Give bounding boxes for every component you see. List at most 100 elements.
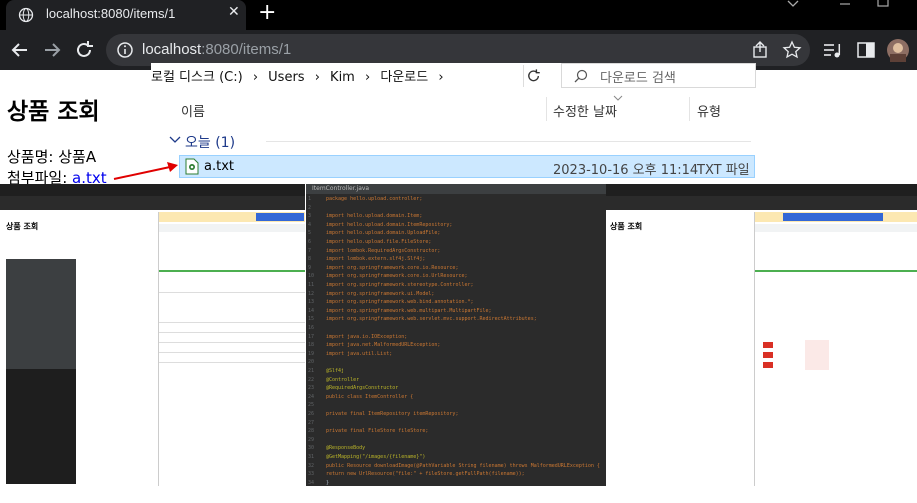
thumb-error-marker <box>763 352 773 358</box>
url-text: localhost:8080/items/1 <box>142 41 291 58</box>
thumb-devtools-tabs <box>159 224 305 232</box>
ide-code-line: import hello.upload.file.FileStore; <box>326 239 432 245</box>
thumb-devtools-tabs <box>755 224 917 232</box>
ide-code-line: import org.springframework.core.io.UrlRe… <box>326 273 468 280</box>
tab-title: localhost:8080/items/1 <box>46 6 176 21</box>
thumb-timeline-bar <box>755 270 917 272</box>
browser-tab[interactable]: localhost:8080/items/1 ✕ <box>6 0 246 30</box>
thumbnail-browser-right: 상품 조회 <box>606 184 917 486</box>
column-divider[interactable] <box>546 97 547 121</box>
explorer-address-bar[interactable]: 로컬 디스크 (C:) › Users › Kim › 다운로드 › 다운로드 … <box>151 63 756 88</box>
url-path: :8080/items/1 <box>201 41 292 58</box>
ide-line-number: 29 <box>308 436 315 443</box>
ide-code-line: import org.springframework.web.bind.anno… <box>326 299 474 306</box>
file-row[interactable]: a.txt 2023-10-16 오후 11:14 TXT 파일 <box>179 155 755 178</box>
ide-line-number: 14 <box>308 307 315 314</box>
breadcrumb-item[interactable]: 다운로드 <box>380 70 428 85</box>
column-header: 이름 수정한 날짜 유형 <box>151 93 756 123</box>
ide-line-number: 22 <box>308 376 315 383</box>
file-type: TXT 파일 <box>697 163 750 178</box>
ide-code-line: import java.net.MalformedURLException; <box>326 342 441 349</box>
breadcrumb-item[interactable]: 로컬 디스크 (C:) <box>151 70 243 85</box>
group-label[interactable]: 오늘 (1) <box>185 132 235 152</box>
ide-line-number: 8 <box>308 256 312 263</box>
group-collapse-icon[interactable] <box>169 136 181 144</box>
product-name: 상품명: 상품A <box>7 148 97 166</box>
ide-line-number: 9 <box>308 264 312 271</box>
column-divider[interactable] <box>689 97 690 121</box>
ide-code-line: import java.util.List; <box>326 350 393 357</box>
ide-code-line: import org.springframework.core.io.Resou… <box>326 264 459 271</box>
thumb-devtools <box>754 212 917 486</box>
ide-line-number: 27 <box>308 419 315 426</box>
breadcrumb-sep: › <box>438 70 444 85</box>
ide-code-line: import hello.upload.domain.ItemRepositor… <box>326 221 453 228</box>
ide-code-line: private final ItemRepository itemReposit… <box>326 411 459 417</box>
profile-avatar-icon[interactable] <box>886 38 910 62</box>
ide-line-number: 24 <box>308 393 315 400</box>
ide-line-number: 21 <box>308 368 315 374</box>
chevron-down-icon[interactable] <box>786 0 800 8</box>
ide-code-line: import hello.upload.domain.Item; <box>326 213 423 220</box>
ide-code-line: @GetMapping("/images/{filename}") <box>326 454 426 460</box>
breadcrumb-item[interactable]: Kim <box>330 70 355 85</box>
reload-icon[interactable] <box>72 38 96 62</box>
column-name[interactable]: 이름 <box>181 101 205 120</box>
ide-line-number: 25 <box>308 402 315 409</box>
screen: localhost:8080/items/1 ✕ + localhost:808… <box>0 0 917 503</box>
thumb-tabbar <box>606 184 917 196</box>
thumb-row-divider <box>159 342 305 343</box>
ide-tab-title: ItemController.java <box>312 185 370 192</box>
url-host: localhost <box>142 41 202 58</box>
breadcrumb-sep: › <box>365 70 371 85</box>
address-bar[interactable]: localhost:8080/items/1 <box>106 34 810 66</box>
ide-line-number: 12 <box>308 290 315 297</box>
page-title: 상품 조회 <box>7 99 100 125</box>
media-queue-icon[interactable] <box>822 40 842 60</box>
ide-line-number: 28 <box>308 428 315 435</box>
thumb-row-divider <box>159 322 305 323</box>
side-panel-icon[interactable] <box>856 40 876 60</box>
ide-line-number: 11 <box>308 282 315 288</box>
explorer-search-box[interactable]: 다운로드 검색 <box>561 63 756 88</box>
thumb-error-marker <box>763 342 773 348</box>
search-icon <box>574 69 588 83</box>
back-arrow-icon[interactable] <box>8 38 32 62</box>
ide-line-number: 31 <box>308 454 315 460</box>
maximize-icon[interactable] <box>876 0 890 8</box>
ide-code-line: @ResponseBody <box>326 445 366 452</box>
bookmark-star-icon[interactable] <box>782 40 802 60</box>
ide-line-number: 18 <box>308 342 315 349</box>
thumb-toolbar <box>0 196 305 210</box>
info-icon[interactable] <box>116 41 134 59</box>
ide-code-line: import org.springframework.stereotype.Co… <box>326 282 474 288</box>
ide-code-line: import org.springframework.ui.Model; <box>326 290 435 297</box>
thumb-dark-panel <box>6 259 76 369</box>
share-icon[interactable] <box>750 40 770 60</box>
new-tab-button[interactable]: + <box>258 0 276 25</box>
ide-line-number: 26 <box>308 411 315 417</box>
forward-arrow-icon[interactable] <box>40 38 64 62</box>
ide-code-line: } <box>326 479 330 486</box>
thumb-error-cells <box>805 340 829 370</box>
ide-line-number: 6 <box>308 239 312 245</box>
ide-line-number: 2 <box>308 204 312 211</box>
ide-code-line: private final FileStore fileStore; <box>326 428 429 435</box>
minimize-icon[interactable] <box>838 0 852 8</box>
ide-code-line: public class ItemController { <box>326 393 414 400</box>
ide-code-line: import java.io.IOException; <box>326 333 408 340</box>
tab-close-icon[interactable]: ✕ <box>228 4 240 20</box>
thumb-dark-panel-lower <box>6 369 76 484</box>
breadcrumb-item[interactable]: Users <box>268 70 304 85</box>
ide-line-number: 7 <box>308 247 312 254</box>
thumb-toolbar <box>606 196 917 210</box>
file-name: a.txt <box>204 159 234 174</box>
ide-line-number: 17 <box>308 333 315 340</box>
refresh-icon[interactable] <box>523 65 545 87</box>
ide-code-line: import lombok.RequiredArgsConstructor; <box>326 247 441 254</box>
column-modified[interactable]: 수정한 날짜 <box>553 101 617 120</box>
column-type[interactable]: 유형 <box>697 101 721 120</box>
ide-line-number: 32 <box>308 462 315 469</box>
ide-line-number: 15 <box>308 316 315 323</box>
ide-code-line: @RequiredArgsConstructor <box>326 385 399 392</box>
